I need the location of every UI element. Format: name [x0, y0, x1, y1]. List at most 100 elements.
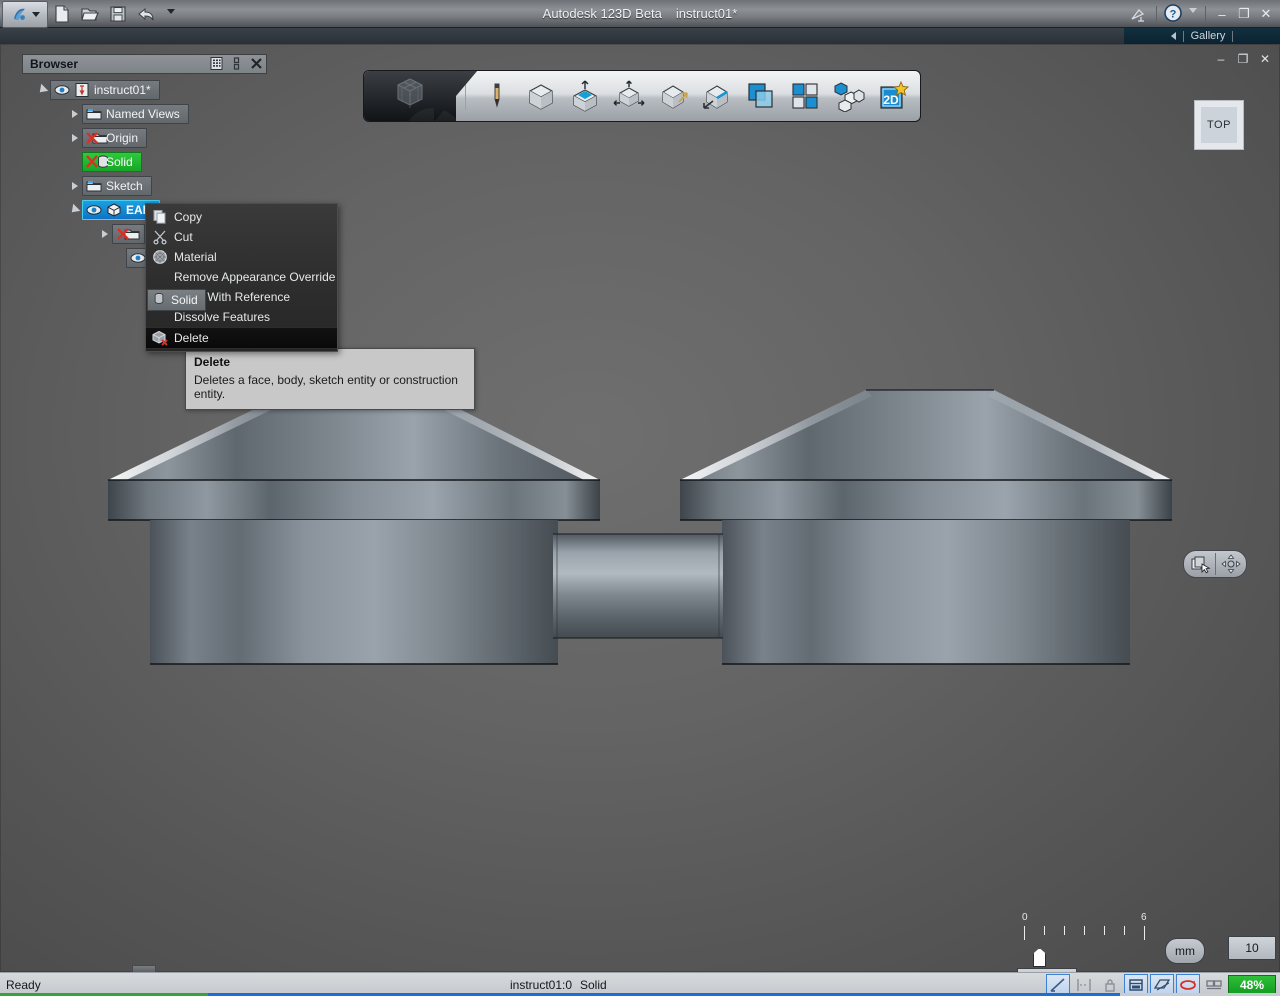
scale-bar: 0 6 1 mm 10	[1015, 912, 1276, 972]
toolbar-tools: 2D	[475, 80, 920, 113]
floppy-save-icon[interactable]	[108, 4, 128, 24]
context-menu[interactable]: Copy Cut Material Remove Appearance Over…	[145, 203, 338, 352]
cube-arrow-icon[interactable]	[657, 80, 689, 112]
tree-node-label-row[interactable]: Named Views	[82, 104, 189, 124]
grid-list-icon[interactable]	[209, 56, 224, 71]
viewport-panel-window-controls: – ❐ ✕	[1214, 52, 1272, 66]
view-cube[interactable]: TOP	[1194, 100, 1244, 150]
tab-gallery[interactable]: Gallery	[1124, 28, 1280, 44]
visibility-eye-icon[interactable]	[86, 202, 102, 218]
main-toolbar[interactable]: 2D	[363, 70, 921, 122]
no-icon-placeholder	[152, 309, 168, 325]
zoom-level-field[interactable]: 10	[1228, 936, 1276, 960]
twisty-closed-icon[interactable]	[68, 107, 82, 121]
context-menu-label: Remove Appearance Override	[174, 270, 336, 284]
tree-node-label-row[interactable]: instruct01*	[50, 80, 160, 100]
four-squares-icon[interactable]	[789, 80, 821, 112]
divider	[1205, 6, 1206, 22]
tree-node-solid[interactable]: Solid	[22, 150, 267, 174]
2d-star-icon[interactable]: 2D	[877, 80, 910, 112]
panel-close-button[interactable]: ✕	[1258, 52, 1272, 66]
title-bar-right-controls: ? – ❐ ✕	[1128, 0, 1276, 28]
dock-icon[interactable]	[229, 56, 244, 71]
floating-chip-label: Solid	[171, 293, 198, 307]
floating-solid-chip[interactable]: Solid	[147, 289, 206, 311]
viewport-nav-widget[interactable]	[1183, 550, 1247, 578]
cube-icon	[106, 202, 122, 218]
3d-viewport[interactable]: TOP – ❐ ✕ 0 6 mm 10 2D Browser instruct0…	[0, 44, 1280, 972]
scale-slider-handle[interactable]	[1033, 948, 1046, 967]
folder-icon	[86, 106, 102, 122]
tree-node-label-row[interactable]: Sketch	[82, 176, 152, 196]
scale-tick-0: 0	[1022, 912, 1028, 923]
new-file-icon[interactable]	[52, 4, 72, 24]
window-title: Autodesk 123D Beta instruct01*	[0, 0, 1280, 28]
close-x-icon[interactable]	[249, 56, 264, 71]
tree-node-sketch[interactable]: Sketch	[22, 174, 267, 198]
divider	[465, 82, 466, 110]
twisty-closed-icon[interactable]	[98, 227, 112, 241]
application-menu-button[interactable]	[2, 1, 48, 28]
cube-move-icon[interactable]	[613, 80, 645, 112]
scale-ticks	[1015, 926, 1175, 942]
tree-node-label-row[interactable]: Solid	[82, 152, 142, 172]
restore-button[interactable]: ❐	[1234, 3, 1254, 25]
twisty-closed-icon[interactable]	[68, 131, 82, 145]
folder-hidden-icon	[116, 226, 140, 242]
minimize-button[interactable]: –	[1212, 3, 1232, 25]
tooltip: Delete Deletes a face, body, sketch enti…	[185, 348, 475, 410]
viewport-drawer-handle[interactable]	[132, 965, 156, 972]
chevron-down-icon[interactable]	[1187, 3, 1199, 25]
triangle-left-icon[interactable]	[1170, 32, 1176, 40]
svg-text:?: ?	[1170, 9, 1177, 21]
undo-arrow-icon[interactable]	[136, 4, 156, 24]
application-window: Autodesk 123D Beta instruct01* ? – ❐ ✕ G…	[0, 0, 1280, 996]
cube-chamfer-icon[interactable]	[701, 80, 733, 112]
cube-cluster-icon[interactable]	[833, 80, 865, 113]
cube-extrude-icon[interactable]	[569, 80, 601, 112]
status-message: Ready	[6, 977, 41, 992]
browser-header-buttons	[209, 56, 264, 71]
tree-node-text: Sketch	[106, 179, 143, 193]
material-sphere-icon	[152, 249, 168, 265]
context-menu-item-cut[interactable]: Cut	[146, 227, 337, 247]
panel-minimize-button[interactable]: –	[1214, 52, 1228, 66]
overlapping-squares-icon[interactable]	[745, 80, 777, 112]
cube-grid-logo-icon[interactable]	[390, 74, 430, 119]
unit-button[interactable]: mm	[1165, 938, 1205, 964]
satellite-icon[interactable]	[1128, 3, 1150, 25]
panel-restore-button[interactable]: ❐	[1236, 52, 1250, 66]
folder-hidden-icon	[86, 130, 108, 146]
tree-node-label-row[interactable]: Origin	[82, 128, 148, 148]
cube-icon[interactable]	[525, 80, 557, 112]
context-menu-item-delete[interactable]: Delete	[146, 327, 337, 349]
pencil-icon[interactable]	[481, 80, 513, 112]
open-folder-icon[interactable]	[80, 4, 100, 24]
context-menu-label: Cut	[174, 230, 193, 244]
visibility-eye-icon[interactable]	[54, 82, 70, 98]
twisty-none	[68, 155, 82, 169]
context-menu-item-material[interactable]: Material	[146, 247, 337, 267]
twisty-closed-icon[interactable]	[68, 179, 82, 193]
four-arrows-icon[interactable]	[1215, 551, 1246, 577]
tree-node-instruct01[interactable]: instruct01*	[22, 78, 267, 102]
view-cube-face-label[interactable]: TOP	[1201, 107, 1237, 143]
grid-spacing-field[interactable]: 1	[1017, 968, 1077, 972]
tree-node-named-views[interactable]: Named Views	[22, 102, 267, 126]
gallery-label: Gallery	[1190, 30, 1226, 42]
chevron-down-icon[interactable]	[164, 4, 184, 24]
scissors-icon	[152, 229, 168, 245]
twisty-open-icon[interactable]	[68, 203, 82, 217]
close-button[interactable]: ✕	[1256, 3, 1276, 25]
tree-node-label-row[interactable]	[112, 224, 145, 244]
layers-cursor-icon[interactable]	[1184, 551, 1215, 577]
tree-node-origin[interactable]: Origin	[22, 126, 267, 150]
document-pin-icon	[74, 82, 90, 98]
help-question-icon[interactable]: ?	[1163, 3, 1185, 25]
toolbar-home-cap[interactable]	[364, 71, 456, 121]
context-menu-item-copy[interactable]: Copy	[146, 207, 337, 227]
context-menu-item-remove-appearance-override[interactable]: Remove Appearance Override	[146, 267, 337, 287]
solid-body-icon	[152, 292, 168, 308]
visibility-eye-icon[interactable]	[130, 250, 146, 266]
twisty-open-icon[interactable]	[36, 83, 50, 97]
